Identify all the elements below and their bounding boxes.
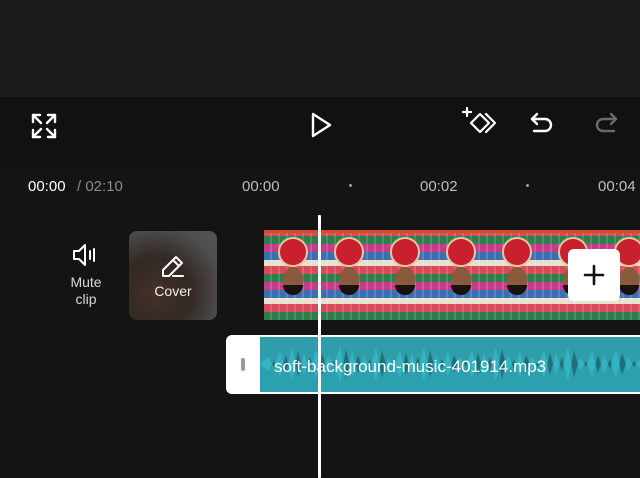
speaker-icon xyxy=(73,244,95,266)
playhead[interactable] xyxy=(318,215,321,478)
preview-area xyxy=(0,0,640,97)
add-keyframe-icon xyxy=(461,106,497,134)
video-thumbnail xyxy=(488,233,544,320)
tick-label: 00:04 xyxy=(598,178,636,195)
mute-clip-label: Mute clip xyxy=(70,274,102,307)
audio-trim-handle[interactable] xyxy=(226,335,260,394)
cover-button[interactable]: Cover xyxy=(129,231,217,320)
audio-clip-track[interactable]: soft-background-music-401914.mp3 xyxy=(260,335,640,394)
tick-dot xyxy=(526,184,529,187)
add-keyframe-button[interactable] xyxy=(460,105,500,141)
time-ruler: 00:00 / 02:10 00:00 00:02 00:04 xyxy=(0,167,640,205)
fullscreen-button[interactable] xyxy=(28,110,60,142)
editor-toolbar xyxy=(0,97,640,167)
undo-button[interactable] xyxy=(526,108,558,140)
tick-label: 00:00 xyxy=(242,178,280,195)
redo-icon xyxy=(595,112,618,133)
total-time: / 02:10 xyxy=(77,178,123,195)
video-thumbnail xyxy=(264,233,320,320)
video-thumbnail xyxy=(432,233,488,320)
play-icon xyxy=(311,112,332,138)
undo-icon xyxy=(530,112,553,133)
audio-file-name: soft-background-music-401914.mp3 xyxy=(274,357,547,376)
play-button[interactable] xyxy=(304,108,338,142)
pencil-icon xyxy=(162,255,184,277)
tick-dot xyxy=(349,184,352,187)
current-time: 00:00 xyxy=(28,178,66,195)
plus-icon xyxy=(583,264,605,286)
redo-button[interactable] xyxy=(590,108,622,140)
mute-clip-button[interactable]: Mute clip xyxy=(60,242,112,308)
cover-label: Cover xyxy=(154,282,192,299)
tick-label: 00:02 xyxy=(420,178,458,195)
expand-corners-icon xyxy=(31,113,57,139)
video-thumbnail xyxy=(376,233,432,320)
add-clip-button[interactable] xyxy=(568,249,620,301)
video-thumbnail xyxy=(320,233,376,320)
